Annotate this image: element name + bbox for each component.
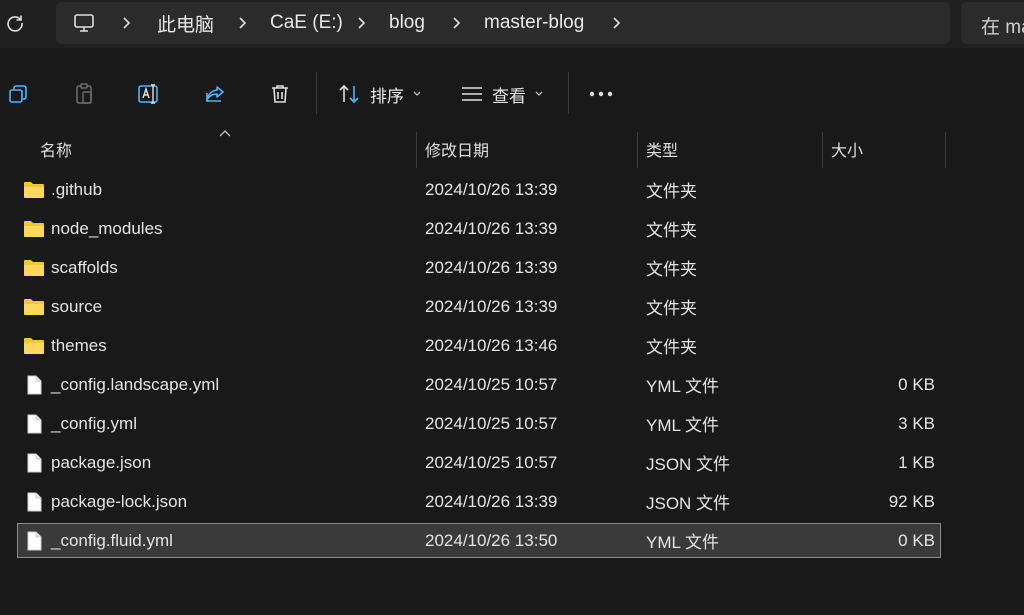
breadcrumb-this-pc[interactable]: 此电脑: [157, 2, 214, 44]
breadcrumb-master-blog[interactable]: master-blog: [484, 2, 584, 44]
search-input[interactable]: 在 ma: [961, 2, 1024, 44]
view-label: 查看: [492, 86, 526, 106]
file-date: 2024/10/26 13:39: [425, 491, 558, 511]
chevron-right-icon[interactable]: [448, 2, 464, 44]
folder-icon: [24, 338, 44, 354]
column-type[interactable]: 类型: [646, 130, 678, 168]
file-name: _config.fluid.yml: [51, 530, 173, 550]
folder-icon: [24, 260, 44, 276]
file-type: YML 文件: [646, 533, 720, 552]
sort-button[interactable]: 排序: [338, 76, 422, 112]
file-size: 92 KB: [888, 491, 935, 511]
toolbar-divider: [568, 72, 569, 114]
file-date: 2024/10/26 13:39: [425, 218, 558, 238]
view-icon: [462, 87, 482, 101]
file-row[interactable]: themes 2024/10/26 13:46 文件夹: [18, 329, 940, 362]
column-divider[interactable]: [945, 132, 946, 168]
chevron-right-icon[interactable]: [608, 2, 624, 44]
search-placeholder: 在 ma: [981, 17, 1024, 38]
file-row[interactable]: source 2024/10/26 13:39 文件夹: [18, 290, 940, 323]
file-name: scaffolds: [51, 257, 118, 277]
chevron-right-icon[interactable]: [353, 2, 369, 44]
file-size: 0 KB: [898, 374, 935, 394]
column-size[interactable]: 大小: [831, 130, 863, 168]
refresh-icon[interactable]: [2, 10, 28, 36]
sort-label: 排序: [370, 86, 404, 106]
folder-icon: [24, 182, 44, 198]
file-type: 文件夹: [646, 260, 697, 279]
address-bar: 此电脑 CaE (E:) blog master-blog 在 ma: [0, 0, 1024, 48]
file-date: 2024/10/25 10:57: [425, 413, 558, 433]
file-row[interactable]: scaffolds 2024/10/26 13:39 文件夹: [18, 251, 940, 284]
column-divider[interactable]: [416, 132, 417, 168]
file-icon: [27, 414, 42, 434]
breadcrumb[interactable]: 此电脑 CaE (E:) blog master-blog: [56, 2, 950, 44]
file-row[interactable]: _config.yml 2024/10/25 10:57 YML 文件 3 KB: [18, 407, 940, 440]
file-name: .github: [51, 179, 103, 199]
column-name[interactable]: 名称: [40, 130, 72, 168]
command-bar: 排序 查看: [0, 56, 1024, 130]
toolbar-divider: [316, 72, 317, 114]
file-date: 2024/10/25 10:57: [425, 374, 558, 394]
file-icon: [27, 453, 42, 473]
copy-icon[interactable]: [0, 76, 36, 112]
chevron-right-icon[interactable]: [234, 2, 250, 44]
folder-icon: [24, 299, 44, 315]
file-row[interactable]: _config.landscape.yml 2024/10/25 10:57 Y…: [18, 368, 940, 401]
rename-icon[interactable]: [131, 76, 167, 112]
file-date: 2024/10/25 10:57: [425, 452, 558, 472]
paste-icon[interactable]: [66, 76, 102, 112]
file-name: node_modules: [51, 218, 163, 238]
file-name: themes: [51, 335, 107, 355]
file-row[interactable]: node_modules 2024/10/26 13:39 文件夹: [18, 212, 940, 245]
file-type: 文件夹: [646, 338, 697, 357]
sort-icon: [339, 84, 359, 104]
column-date-modified[interactable]: 修改日期: [425, 130, 489, 168]
delete-icon[interactable]: [262, 76, 298, 112]
file-size: 1 KB: [898, 452, 935, 472]
file-name: package-lock.json: [51, 491, 188, 511]
file-type: 文件夹: [646, 221, 697, 240]
more-options-icon[interactable]: [585, 78, 617, 110]
chevron-down-icon: [535, 91, 543, 96]
share-icon[interactable]: [197, 76, 233, 112]
file-icon: [27, 375, 42, 395]
chevron-down-icon: [413, 91, 421, 96]
file-type: JSON 文件: [646, 455, 731, 474]
file-type: 文件夹: [646, 182, 697, 201]
file-row[interactable]: package.json 2024/10/25 10:57 JSON 文件 1 …: [18, 446, 940, 479]
file-date: 2024/10/26 13:39: [425, 257, 558, 277]
file-row[interactable]: package-lock.json 2024/10/26 13:39 JSON …: [18, 485, 940, 518]
file-type: YML 文件: [646, 416, 720, 435]
file-icon: [27, 531, 42, 551]
file-type: JSON 文件: [646, 494, 731, 513]
file-type: YML 文件: [646, 377, 720, 396]
column-divider[interactable]: [637, 132, 638, 168]
file-date: 2024/10/26 13:46: [425, 335, 558, 355]
column-header: 名称 修改日期 类型 大小: [0, 130, 1024, 168]
computer-icon[interactable]: [70, 2, 98, 44]
breadcrumb-drive[interactable]: CaE (E:): [270, 2, 343, 44]
column-divider[interactable]: [822, 132, 823, 168]
file-row[interactable]: _config.fluid.yml 2024/10/26 13:50 YML 文…: [17, 523, 941, 558]
folder-icon: [24, 221, 44, 237]
file-name: source: [51, 296, 103, 316]
file-name: package.json: [51, 452, 152, 472]
view-button[interactable]: 查看: [460, 76, 544, 112]
file-date: 2024/10/26 13:39: [425, 296, 558, 316]
chevron-right-icon[interactable]: [118, 2, 134, 44]
file-icon: [27, 492, 42, 512]
file-name: _config.landscape.yml: [51, 374, 220, 394]
breadcrumb-blog[interactable]: blog: [389, 2, 425, 44]
file-row[interactable]: .github 2024/10/26 13:39 文件夹: [18, 173, 940, 206]
file-size: 3 KB: [898, 413, 935, 433]
file-size: 0 KB: [898, 530, 935, 550]
file-date: 2024/10/26 13:50: [425, 530, 558, 550]
file-date: 2024/10/26 13:39: [425, 179, 558, 199]
file-name: _config.yml: [51, 413, 137, 433]
file-type: 文件夹: [646, 299, 697, 318]
